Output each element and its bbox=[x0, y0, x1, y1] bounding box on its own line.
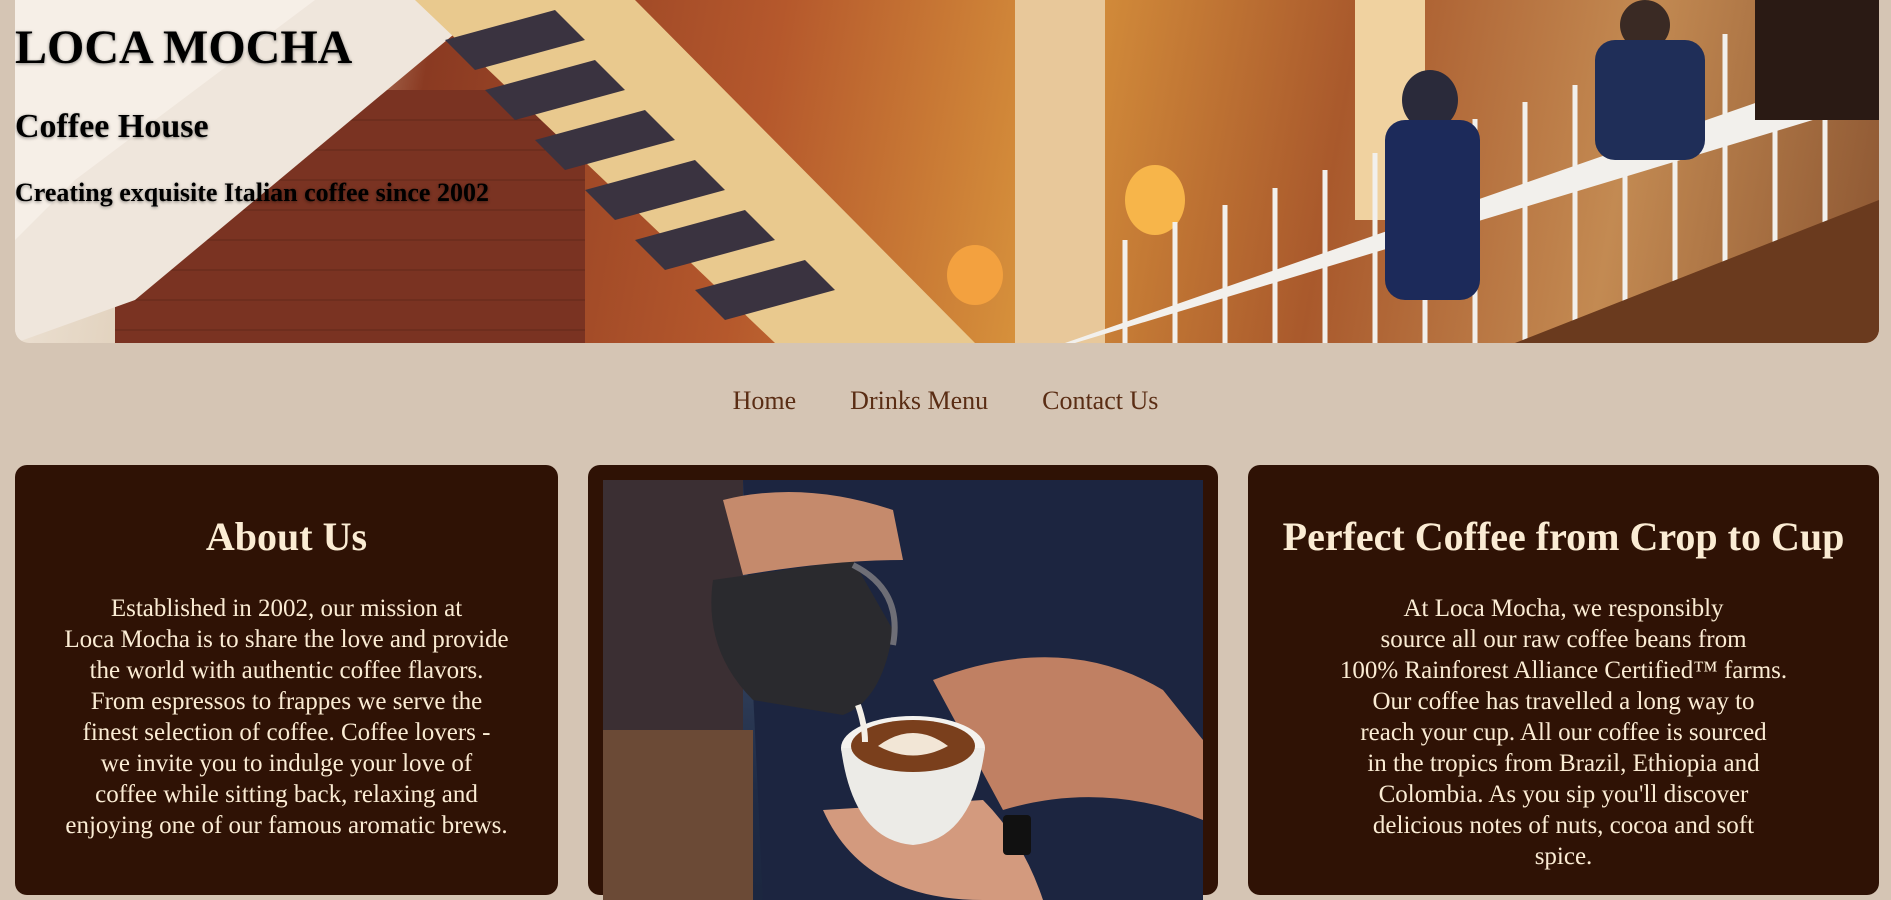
about-us-text: Established in 2002, our mission at Loca… bbox=[35, 593, 538, 841]
about-line: we invite you to indulge your love of bbox=[100, 750, 473, 777]
crop-line: Colombia. As you sip you'll discover bbox=[1378, 781, 1749, 808]
about-line: coffee while sitting back, relaxing and bbox=[95, 781, 478, 808]
crop-line: source all our raw coffee beans from bbox=[1380, 626, 1747, 653]
site-title: LOCA MOCHA bbox=[15, 21, 353, 74]
about-line: the world with authentic coffee flavors. bbox=[89, 657, 484, 684]
nav-home-link[interactable]: Home bbox=[733, 386, 797, 415]
latte-art-photo bbox=[603, 480, 1203, 900]
about-line: From espressos to frappes we serve the bbox=[90, 688, 483, 715]
about-us-card: About Us Established in 2002, our missio… bbox=[15, 465, 558, 895]
crop-to-cup-heading: Perfect Coffee from Crop to Cup bbox=[1282, 514, 1845, 559]
crop-to-cup-text: At Loca Mocha, we responsibly source all… bbox=[1268, 593, 1859, 872]
about-line: Established in 2002, our mission at bbox=[110, 595, 463, 622]
site-subtitle: Coffee House bbox=[15, 108, 209, 145]
crop-line: Our coffee has travelled a long way to bbox=[1372, 688, 1755, 715]
nav-drinks-menu-link[interactable]: Drinks Menu bbox=[850, 386, 988, 415]
crop-line: reach your cup. All our coffee is source… bbox=[1360, 719, 1767, 746]
crop-line: delicious notes of nuts, cocoa and soft bbox=[1372, 812, 1755, 839]
crop-line: At Loca Mocha, we responsibly bbox=[1403, 595, 1724, 622]
crop-line: in the tropics from Brazil, Ethiopia and bbox=[1367, 750, 1760, 777]
about-line: finest selection of coffee. Coffee lover… bbox=[82, 719, 491, 746]
nav-contact-us-link[interactable]: Contact Us bbox=[1042, 386, 1158, 415]
about-line: Loca Mocha is to share the love and prov… bbox=[64, 626, 509, 653]
about-us-heading: About Us bbox=[205, 514, 368, 559]
crop-to-cup-card: Perfect Coffee from Crop to Cup At Loca … bbox=[1248, 465, 1879, 895]
crop-line: spice. bbox=[1534, 843, 1593, 870]
about-line: enjoying one of our famous aromatic brew… bbox=[65, 812, 508, 839]
site-tagline: Creating exquisite Italian coffee since … bbox=[15, 178, 489, 207]
crop-line: 100% Rainforest Alliance Certified™ farm… bbox=[1339, 657, 1788, 684]
hero-banner: LOCA MOCHA Coffee House Creating exquisi… bbox=[15, 0, 1879, 343]
main-nav: Home Drinks Menu Contact Us bbox=[0, 386, 1891, 416]
coffee-photo-card bbox=[588, 465, 1218, 900]
